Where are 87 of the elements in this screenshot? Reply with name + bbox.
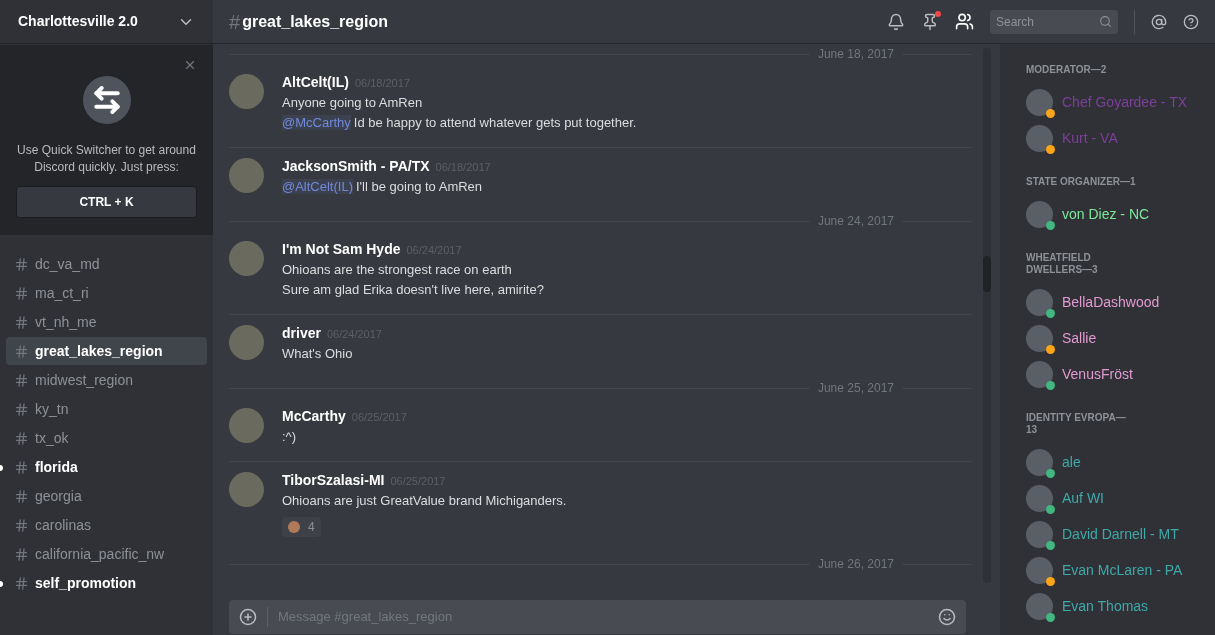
date-divider: June 18, 2017 <box>816 46 895 63</box>
hash-icon <box>14 459 29 475</box>
mention-link[interactable]: @McCarthy <box>282 115 351 130</box>
member-name[interactable]: VenusFröst <box>1062 363 1133 385</box>
date-divider: June 26, 2017 <box>816 556 895 573</box>
message-text: Anyone going to AmRen <box>282 95 423 110</box>
hash-icon <box>14 256 29 272</box>
username[interactable]: driver <box>282 323 321 344</box>
username[interactable]: McCarthy <box>282 406 346 427</box>
close-icon[interactable] <box>183 58 197 72</box>
search-field[interactable]: Search <box>990 9 1118 34</box>
hash-icon <box>14 517 29 533</box>
message-text: What's Ohio <box>282 346 353 361</box>
member-name[interactable]: Auf WI <box>1062 487 1104 509</box>
username[interactable]: TiborSzalasi-MI <box>282 470 385 491</box>
avatar[interactable] <box>1026 124 1053 152</box>
help-icon[interactable] <box>1183 13 1199 30</box>
channel-item[interactable]: midwest_region <box>6 366 207 394</box>
channel-item[interactable]: dc_va_md <box>6 250 207 278</box>
pin-icon[interactable] <box>921 12 939 31</box>
hash-icon <box>14 314 29 330</box>
search-icon <box>1099 15 1112 28</box>
member-name[interactable]: von Diez - NC <box>1062 203 1150 225</box>
shortcut-key: CTRL + K <box>16 186 197 218</box>
scrollbar-thumb[interactable] <box>983 256 991 292</box>
message-text: Sure am glad Erika doesn't live here, amirite? <box>282 282 544 297</box>
channel-item[interactable]: georgia <box>6 482 207 510</box>
message-text: Ohioans are the strongest race on earth <box>282 262 512 277</box>
member-name[interactable]: ale <box>1062 451 1081 473</box>
avatar[interactable] <box>1026 520 1053 548</box>
channel-item[interactable]: carolinas <box>6 511 207 539</box>
avatar[interactable] <box>1026 592 1053 620</box>
mention-icon[interactable] <box>1151 13 1167 30</box>
username[interactable]: AltCelt(IL) <box>282 72 349 93</box>
date-divider: June 24, 2017 <box>816 213 895 230</box>
channel-title: great_lakes_region <box>242 11 388 32</box>
members-icon[interactable] <box>955 12 974 31</box>
member-name[interactable]: Evan Thomas <box>1062 595 1149 617</box>
hash-icon <box>14 546 29 562</box>
hash-icon <box>14 575 29 591</box>
member-name[interactable]: BellaDashwood <box>1062 291 1160 313</box>
message-text: :^) <box>282 429 297 444</box>
avatar[interactable] <box>1026 448 1053 476</box>
avatar[interactable] <box>1026 88 1053 116</box>
hash-icon <box>14 488 29 504</box>
avatar[interactable] <box>1026 484 1053 512</box>
member-name[interactable]: David Darnell - MT <box>1062 523 1179 545</box>
member-name[interactable]: Sallie <box>1062 327 1097 349</box>
channel-item[interactable]: vt_nh_me <box>6 308 207 336</box>
message-text: Ohioans are just GreatValue brand Michiganders. <box>282 493 567 508</box>
member-name[interactable]: Evan McLaren - PA <box>1062 559 1183 581</box>
hash-icon <box>14 372 29 388</box>
role-heading: MODERATOR—2 <box>1026 64 1108 76</box>
avatar[interactable] <box>1026 360 1053 388</box>
channel-hash: # <box>229 9 241 35</box>
date-divider: June 25, 2017 <box>816 380 895 397</box>
message-text: Id be happy to attend whatever gets put together. <box>353 115 637 130</box>
username[interactable]: I'm Not Sam Hyde <box>282 239 401 260</box>
channel-item[interactable]: florida <box>6 453 207 481</box>
reaction-button[interactable]: 4 <box>282 517 321 537</box>
channel-item[interactable]: tx_ok <box>6 424 207 452</box>
channel-item[interactable]: great_lakes_region <box>6 337 207 365</box>
role-heading: WHEATFIELD DWELLERS—3 <box>1026 252 1099 276</box>
username[interactable]: JacksonSmith - PA/TX <box>282 156 430 177</box>
hash-icon <box>14 343 29 359</box>
avatar[interactable] <box>1026 288 1053 316</box>
server-name[interactable]: Charlottesville 2.0 <box>18 11 138 32</box>
add-icon[interactable] <box>239 608 257 626</box>
hash-icon <box>14 430 29 446</box>
avatar[interactable] <box>1026 556 1053 584</box>
channel-item[interactable]: ma_ct_ri <box>6 279 207 307</box>
channel-item[interactable]: california_pacific_nw <box>6 540 207 568</box>
role-heading: STATE ORGANIZER—1 <box>1026 176 1136 188</box>
channel-item[interactable]: ky_tn <box>6 395 207 423</box>
emoji-icon[interactable] <box>938 608 956 626</box>
quick-switcher-text: Use Quick Switcher to get around Discord quickly. Just press: <box>16 142 197 176</box>
mention-link[interactable]: @AltCelt(IL) <box>282 179 353 194</box>
switch-arrows-icon <box>82 76 131 124</box>
hash-icon <box>14 285 29 301</box>
message-text: I'll be going to AmRen <box>356 179 483 194</box>
bell-icon[interactable] <box>887 12 905 31</box>
hash-icon <box>14 401 29 417</box>
avatar[interactable] <box>1026 200 1053 228</box>
role-heading: IDENTITY EVROPA—13 <box>1026 412 1127 436</box>
channel-item[interactable]: self_promotion <box>6 569 207 597</box>
avatar[interactable] <box>1026 324 1053 352</box>
emoji-icon <box>288 521 300 533</box>
